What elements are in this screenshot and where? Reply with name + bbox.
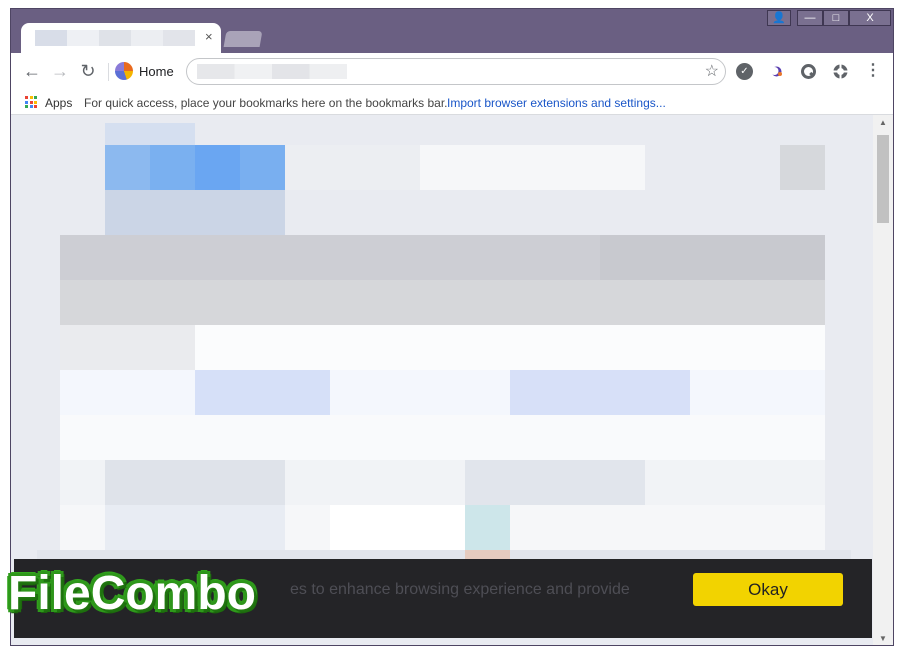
eclipse-icon[interactable] xyxy=(768,63,785,80)
tab-title-blurred xyxy=(35,30,195,46)
back-icon[interactable]: ← xyxy=(20,59,44,83)
crosshair-icon[interactable] xyxy=(832,63,849,80)
scroll-down-arrow-icon[interactable]: ▼ xyxy=(873,633,893,645)
check-circle-icon[interactable]: ✓ xyxy=(736,63,753,80)
address-bar[interactable]: ☆ xyxy=(186,58,726,85)
okay-button[interactable]: Okay xyxy=(693,573,843,606)
scroll-up-arrow-icon[interactable]: ▲ xyxy=(873,117,893,129)
browser-window: × 👤 — □ X ← → ↻ Home ☆ ✓ ⋮ Apps For quic… xyxy=(10,8,894,646)
vertical-scrollbar[interactable]: ▲ ▼ xyxy=(873,115,893,645)
home-logo-icon xyxy=(115,62,133,80)
scroll-thumb[interactable] xyxy=(877,135,889,223)
address-text-blurred xyxy=(197,64,347,79)
home-button[interactable]: Home xyxy=(115,61,174,81)
browser-toolbar: ← → ↻ Home ☆ ✓ ⋮ xyxy=(11,53,893,89)
home-label: Home xyxy=(139,63,174,79)
star-icon[interactable]: ☆ xyxy=(705,61,719,81)
cookie-message: es to enhance browsing experience and pr… xyxy=(290,581,630,598)
forward-icon[interactable]: → xyxy=(48,59,72,83)
maximize-button[interactable]: □ xyxy=(823,10,849,26)
minimize-button[interactable]: — xyxy=(797,10,823,26)
active-tab[interactable]: × xyxy=(21,23,221,53)
bookmarks-bar: Apps For quick access, place your bookma… xyxy=(11,89,893,115)
apps-grid-icon[interactable] xyxy=(25,96,37,108)
title-bar: × 👤 — □ X xyxy=(11,9,893,53)
user-icon[interactable]: 👤 xyxy=(767,10,791,26)
watermark-logo: FileCombo xyxy=(8,566,294,636)
menu-icon[interactable]: ⋮ xyxy=(861,59,885,83)
close-button[interactable]: X xyxy=(849,10,891,26)
q-icon[interactable] xyxy=(800,63,817,80)
watermark-text: FileCombo xyxy=(8,567,256,620)
tab-close-icon[interactable]: × xyxy=(205,29,213,44)
apps-link[interactable]: Apps xyxy=(45,96,72,110)
import-settings-link[interactable]: Import browser extensions and settings..… xyxy=(447,96,666,110)
toolbar-separator xyxy=(108,63,109,81)
new-tab-button[interactable] xyxy=(223,31,263,47)
bookmarks-hint: For quick access, place your bookmarks h… xyxy=(84,96,448,110)
reload-icon[interactable]: ↻ xyxy=(76,59,100,83)
